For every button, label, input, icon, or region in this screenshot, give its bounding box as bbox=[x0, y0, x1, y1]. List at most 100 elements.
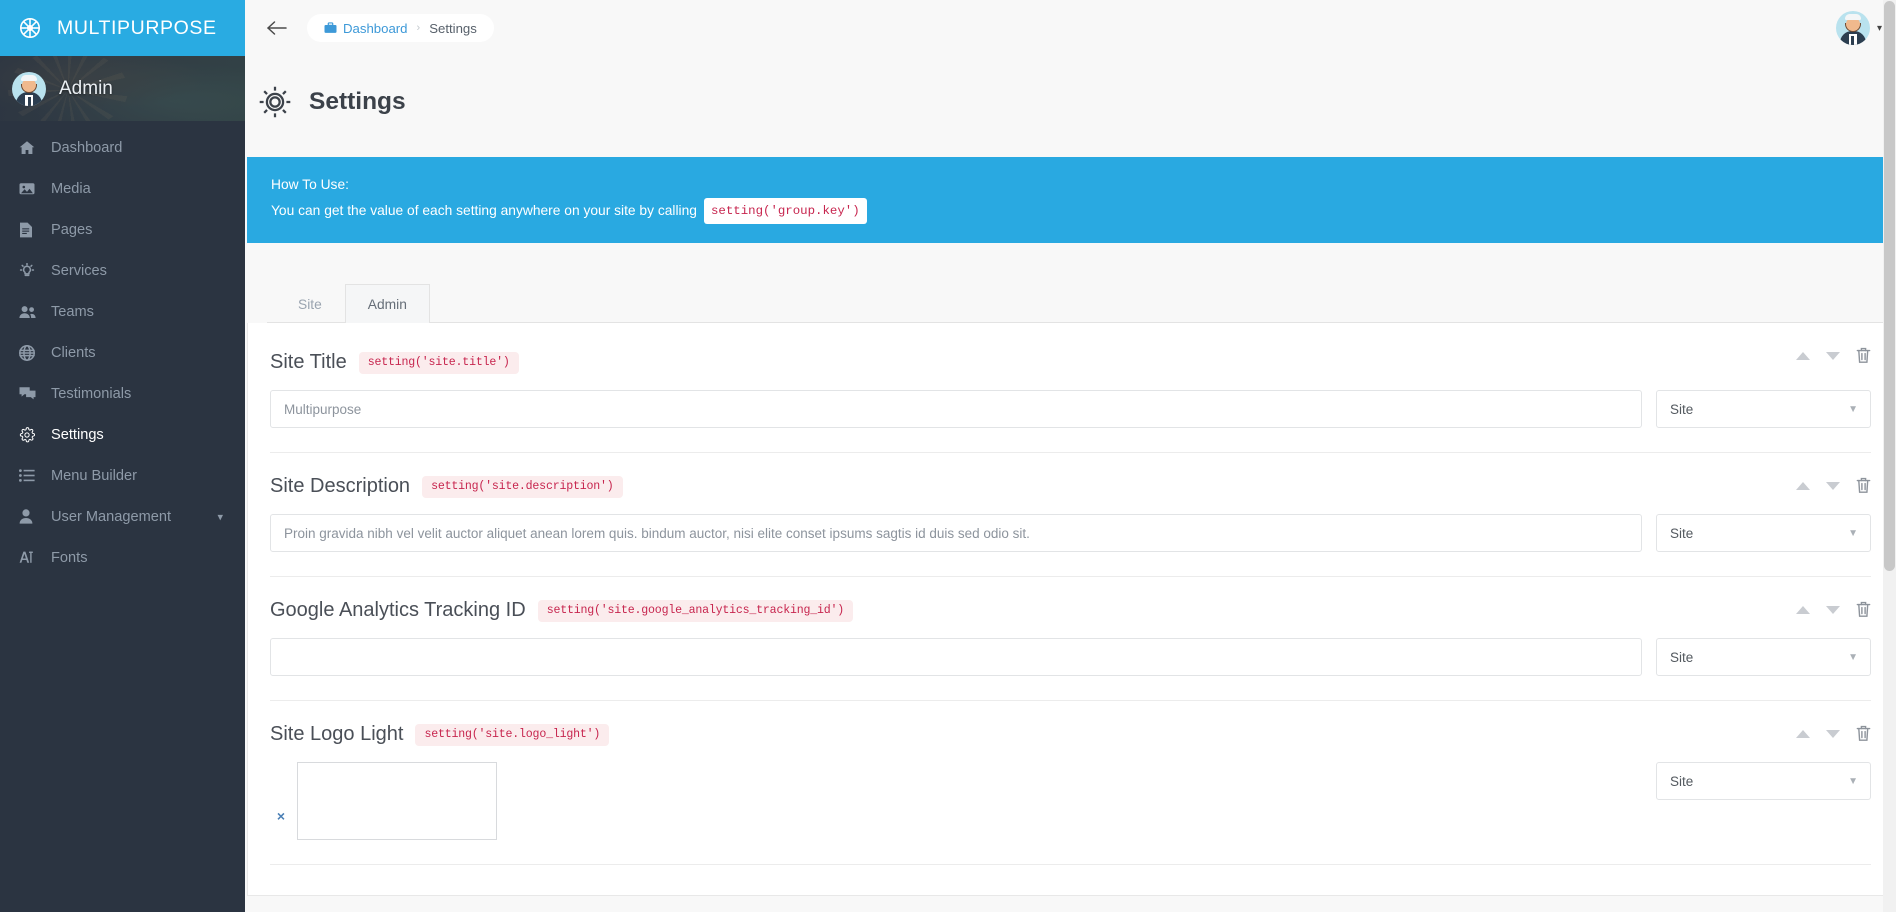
sidebar-item-settings[interactable]: Settings bbox=[0, 414, 245, 455]
scrollbar-thumb[interactable] bbox=[1884, 1, 1895, 571]
breadcrumb: Dashboard › Settings bbox=[307, 14, 494, 42]
move-down-button[interactable] bbox=[1826, 481, 1840, 490]
row-actions bbox=[1796, 601, 1871, 618]
topbar: Dashboard › Settings ▾ bbox=[245, 0, 1896, 56]
breadcrumb-link-dashboard[interactable]: Dashboard bbox=[343, 21, 408, 36]
setting-key-badge: setting('site.google_analytics_tracking_… bbox=[537, 599, 854, 622]
setting-key-badge: setting('site.logo_light') bbox=[415, 723, 610, 746]
tab-admin[interactable]: Admin bbox=[344, 284, 430, 324]
image-preview[interactable] bbox=[297, 762, 497, 841]
user-menu[interactable]: ▾ bbox=[1835, 11, 1882, 45]
home-icon bbox=[19, 140, 45, 156]
file-icon bbox=[19, 222, 45, 238]
move-up-button[interactable] bbox=[1796, 351, 1810, 360]
setting-header: Site Description setting('site.descripti… bbox=[270, 475, 1871, 498]
sidebar-item-label: Dashboard bbox=[51, 139, 123, 156]
setting-row: Site Logo Light setting('site.logo_light… bbox=[270, 701, 1871, 866]
sidebar-item-clients[interactable]: Clients bbox=[0, 332, 245, 373]
setting-header: Site Title setting('site.title') bbox=[270, 351, 1871, 374]
setting-key-badge: setting('site.description') bbox=[422, 475, 623, 498]
move-up-button[interactable] bbox=[1796, 729, 1810, 738]
image-icon bbox=[19, 181, 45, 196]
page-title: Settings bbox=[309, 88, 406, 115]
setting-value-input[interactable]: Multipurpose bbox=[270, 390, 1642, 429]
chevron-down-icon[interactable]: ▾ bbox=[217, 510, 223, 523]
setting-group-select[interactable]: Site ▼ bbox=[1656, 762, 1871, 801]
delete-button[interactable] bbox=[1856, 601, 1871, 618]
sidebar-item-services[interactable]: Services bbox=[0, 250, 245, 291]
setting-label: Google Analytics Tracking ID bbox=[270, 599, 526, 622]
sidebar-item-teams[interactable]: Teams bbox=[0, 291, 245, 332]
sidebar-item-pages[interactable]: Pages bbox=[0, 209, 245, 250]
sidebar-item-label: Menu Builder bbox=[51, 467, 137, 484]
chevron-down-icon: ▾ bbox=[1876, 22, 1882, 34]
setting-label: Site Title bbox=[270, 351, 347, 374]
setting-value-input[interactable]: Proin gravida nibh vel velit auctor aliq… bbox=[270, 514, 1642, 553]
font-icon bbox=[19, 550, 45, 565]
move-down-button[interactable] bbox=[1826, 605, 1840, 614]
setting-body: × Site ▼ bbox=[270, 762, 1871, 841]
ship-wheel-icon bbox=[16, 14, 44, 42]
comments-icon bbox=[19, 386, 45, 401]
sidebar-item-menu-builder[interactable]: Menu Builder bbox=[0, 455, 245, 496]
sidebar-item-user-management[interactable]: User Management ▾ bbox=[0, 496, 245, 537]
gear-icon bbox=[257, 84, 293, 120]
sidebar-item-media[interactable]: Media bbox=[0, 168, 245, 209]
move-down-button[interactable] bbox=[1826, 351, 1840, 360]
sidebar-item-label: Settings bbox=[51, 426, 104, 443]
sidebar-item-testimonials[interactable]: Testimonials bbox=[0, 373, 245, 414]
delete-button[interactable] bbox=[1856, 477, 1871, 494]
setting-group-select[interactable]: Site ▼ bbox=[1656, 390, 1871, 429]
gear-icon bbox=[19, 426, 45, 443]
page-scrollbar[interactable] bbox=[1883, 0, 1896, 912]
move-up-button[interactable] bbox=[1796, 481, 1810, 490]
sidebar-item-label: Testimonials bbox=[51, 385, 132, 402]
profile-name: Admin bbox=[59, 77, 113, 99]
setting-value-input[interactable] bbox=[270, 638, 1642, 677]
settings-panel: Site Title setting('site.title') Multipu… bbox=[247, 323, 1894, 897]
setting-group-select[interactable]: Site ▼ bbox=[1656, 514, 1871, 553]
chevron-down-icon: ▼ bbox=[1848, 527, 1858, 539]
avatar bbox=[1835, 11, 1870, 45]
avatar bbox=[12, 71, 46, 106]
setting-value-text: Proin gravida nibh vel velit auctor aliq… bbox=[284, 525, 1030, 541]
briefcase-icon bbox=[324, 22, 337, 34]
chevron-down-icon: ▼ bbox=[1848, 403, 1858, 415]
arrow-left-icon[interactable] bbox=[263, 14, 291, 42]
setting-group-value: Site bbox=[1670, 525, 1694, 541]
users-icon bbox=[19, 305, 45, 319]
move-up-button[interactable] bbox=[1796, 605, 1810, 614]
delete-button[interactable] bbox=[1856, 725, 1871, 742]
setting-header: Site Logo Light setting('site.logo_light… bbox=[270, 723, 1871, 746]
sidebar-nav: Dashboard Media Pages Services Teams Clients T… bbox=[0, 121, 245, 578]
remove-image-button[interactable]: × bbox=[270, 808, 292, 824]
tab-site[interactable]: Site bbox=[275, 284, 345, 323]
chevron-down-icon: ▼ bbox=[1848, 651, 1858, 663]
setting-label: Site Logo Light bbox=[270, 723, 404, 746]
logo-upload-area: × bbox=[270, 762, 1656, 841]
sidebar-item-label: Media bbox=[51, 180, 91, 197]
list-icon bbox=[19, 469, 45, 482]
setting-row: Google Analytics Tracking ID setting('si… bbox=[270, 577, 1871, 702]
setting-row: Site Description setting('site.descripti… bbox=[270, 453, 1871, 578]
setting-group-value: Site bbox=[1670, 773, 1694, 789]
howto-title: How To Use: bbox=[271, 177, 349, 192]
sidebar: MULTIPURPOSE Admin Dashboard Media Pages Se… bbox=[0, 0, 245, 912]
setting-group-value: Site bbox=[1670, 401, 1694, 417]
setting-header: Google Analytics Tracking ID setting('si… bbox=[270, 599, 1871, 622]
setting-group-select[interactable]: Site ▼ bbox=[1656, 638, 1871, 677]
setting-body: Multipurpose Site ▼ bbox=[270, 390, 1871, 429]
delete-button[interactable] bbox=[1856, 347, 1871, 364]
sidebar-item-label: Fonts bbox=[51, 549, 88, 566]
setting-row: Site Title setting('site.title') Multipu… bbox=[270, 323, 1871, 454]
chevron-down-icon: ▼ bbox=[1848, 775, 1858, 787]
move-down-button[interactable] bbox=[1826, 729, 1840, 738]
page-header: Settings bbox=[245, 56, 1896, 120]
sidebar-item-fonts[interactable]: Fonts bbox=[0, 537, 245, 578]
setting-key-badge: setting('site.title') bbox=[358, 351, 519, 374]
sidebar-profile[interactable]: Admin bbox=[0, 56, 245, 121]
brand-header[interactable]: MULTIPURPOSE bbox=[0, 0, 245, 56]
settings-tabs: Site Admin bbox=[267, 284, 1896, 324]
sidebar-item-dashboard[interactable]: Dashboard bbox=[0, 127, 245, 168]
sidebar-item-label: Services bbox=[51, 262, 107, 279]
